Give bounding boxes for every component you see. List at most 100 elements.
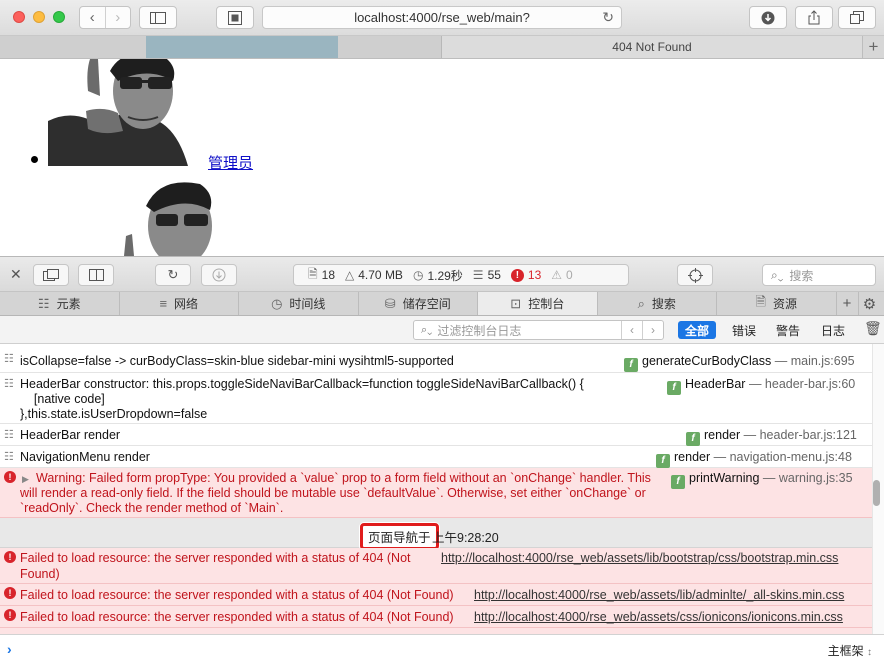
filter-errors-button[interactable]: 错误 <box>725 321 763 339</box>
clock-icon: ◷ <box>412 268 424 282</box>
tab-elements[interactable]: ☷ 元素 <box>0 292 120 315</box>
url-text: localhost:4000/rse_web/main? <box>354 10 530 25</box>
dock-side-icon <box>88 269 104 281</box>
back-button[interactable]: ‹ <box>80 7 105 28</box>
reload-page-button[interactable]: ↻ <box>155 264 191 286</box>
tab-404[interactable]: 404 Not Found <box>442 36 862 58</box>
inspector-toolbar: ✕ ↻ 🗎 18 △ 4.70 MB ◷ 1.29秒 ☰ 55 ! 13 ⚠ 0 ⌕⌄ 搜索 <box>0 256 884 292</box>
error-icon: ! <box>4 471 16 483</box>
crosshair-icon <box>687 267 703 283</box>
history-nav: ‹ › <box>79 6 131 29</box>
filter-all-button[interactable]: 全部 <box>678 321 717 339</box>
log-source[interactable]: f HeaderBar — header-bar.js:60 <box>667 376 855 395</box>
error-icon: ! <box>4 587 16 599</box>
resource-url-link[interactable]: http://localhost:4000/rse_web/assets/lib… <box>441 550 838 566</box>
tab-search[interactable]: ⌕ 搜索 <box>598 292 717 315</box>
tab-title-redacted <box>146 36 338 58</box>
error-icon: ! <box>4 551 16 563</box>
sidebar-icon <box>150 11 166 24</box>
error-row: ! Failed to load resource: the server re… <box>0 606 872 628</box>
filter-nav: ‹ › <box>621 321 663 339</box>
reload-icon[interactable]: ↻ <box>602 9 614 26</box>
close-inspector-icon[interactable]: ✕ <box>10 266 22 283</box>
forward-button[interactable]: › <box>104 7 131 28</box>
tab-storage[interactable]: ⛁ 储存空间 <box>359 292 478 315</box>
search-icon: ⌕ <box>637 295 645 311</box>
log-source[interactable]: f printWarning — warning.js:35 <box>671 470 853 489</box>
tab-bar: 404 Not Found + <box>0 36 884 59</box>
error-count[interactable]: ! 13 <box>510 268 541 282</box>
timeline-icon: ◷ <box>271 295 283 311</box>
share-button[interactable] <box>795 6 833 29</box>
clear-console-icon[interactable]: 🗑 <box>864 320 882 337</box>
log-source[interactable]: f generateCurBodyClass — main.js:695 <box>624 353 855 372</box>
load-time[interactable]: ◷ 1.29秒 <box>413 267 463 284</box>
prompt-chevron-icon: › <box>7 641 12 657</box>
console-filter-input[interactable]: ⌕⌄ 过滤控制台日志 ‹ › <box>413 320 664 340</box>
download-archive-button[interactable] <box>201 264 237 286</box>
download-icon <box>761 11 775 24</box>
inspector-search-input[interactable]: ⌕⌄ 搜索 <box>762 264 876 286</box>
search-icon: ⌕⌄ <box>421 323 433 336</box>
tab-timeline[interactable]: ◷ 时间线 <box>239 292 359 315</box>
function-icon: f <box>656 454 670 468</box>
log-row: ☷ NavigationMenu render f render — naviga… <box>0 446 872 468</box>
resource-count[interactable]: 🗎 18 <box>308 265 335 286</box>
reload-icon: ↻ <box>167 267 179 282</box>
fullscreen-window-button[interactable] <box>53 11 65 23</box>
tabs-icon <box>850 11 864 24</box>
sidebar-toggle-button[interactable] <box>139 6 177 29</box>
downloads-button[interactable] <box>749 6 787 29</box>
error-row: ! ▶ Warning: Failed form propType: You p… <box>0 468 872 518</box>
filter-logs-button[interactable]: 日志 <box>814 321 852 339</box>
close-window-button[interactable] <box>13 11 25 23</box>
error-row: ! Failed to load resource: the server re… <box>0 584 872 606</box>
list-bullet <box>31 156 38 163</box>
gear-icon: ⚙ <box>862 295 877 313</box>
detach-inspector-button[interactable] <box>33 264 69 286</box>
user-name-link[interactable]: 管理员 <box>208 152 253 173</box>
log-icon: ☷ <box>4 451 14 463</box>
minimize-window-button[interactable] <box>33 11 45 23</box>
share-icon <box>808 10 820 25</box>
previous-match-button[interactable]: ‹ <box>622 321 642 339</box>
page-viewport: 管理员 <box>0 59 884 256</box>
new-tab-button[interactable]: + <box>862 36 884 58</box>
reader-view-button[interactable] <box>216 6 254 29</box>
document-icon: 🗎 <box>308 266 318 281</box>
console-filter-bar: ⌕⌄ 过滤控制台日志 ‹ › 全部 错误 警告 日志 🗑 <box>0 316 884 344</box>
page-stats: 🗎 18 △ 4.70 MB ◷ 1.29秒 ☰ 55 ! 13 ⚠ 0 <box>293 264 629 286</box>
dock-side-button[interactable] <box>78 264 114 286</box>
download-circle-icon <box>212 268 226 282</box>
function-icon: f <box>624 358 638 372</box>
inspector-settings-button[interactable]: ⚙ <box>859 292 881 315</box>
next-match-button[interactable]: › <box>642 321 663 339</box>
element-picker-button[interactable] <box>677 264 713 286</box>
warning-count[interactable]: ⚠ 0 <box>551 268 572 282</box>
log-count[interactable]: ☰ 55 <box>473 268 501 282</box>
address-bar[interactable]: localhost:4000/rse_web/main? ↻ <box>262 6 622 29</box>
add-tab-button[interactable]: + <box>837 292 859 315</box>
resource-url-link[interactable]: http://localhost:4000/rse_web/assets/lib… <box>474 587 844 603</box>
console-prompt-bar: › 主框架 ↕ <box>0 634 884 662</box>
log-source[interactable]: f render — navigation-menu.js:48 <box>656 449 852 468</box>
search-icon: ⌕⌄ <box>771 267 784 282</box>
tab-network[interactable]: ≡ 网络 <box>120 292 239 315</box>
browser-titlebar: ‹ › localhost:4000/rse_web/main? ↻ <box>0 0 884 36</box>
tab-overview-button[interactable] <box>838 6 876 29</box>
filter-warnings-button[interactable]: 警告 <box>769 321 807 339</box>
tab-resources[interactable]: 🗎 资源 <box>717 292 837 315</box>
undock-icon <box>43 269 59 281</box>
frame-selector[interactable]: 主框架 ↕ <box>828 642 872 659</box>
navigation-label: 页面导航于 <box>360 523 439 550</box>
user-avatar-image <box>48 59 204 166</box>
warning-icon: ⚠ <box>551 268 563 282</box>
reader-icon <box>228 10 242 25</box>
log-source[interactable]: f render — header-bar.js:121 <box>686 427 857 446</box>
console-scrollbar-thumb[interactable] <box>873 480 880 506</box>
chevron-updown-icon: ↕ <box>867 647 872 658</box>
resource-url-link[interactable]: http://localhost:4000/rse_web/assets/css… <box>474 609 843 625</box>
tab-main[interactable] <box>0 36 442 58</box>
tab-console[interactable]: ⊡ 控制台 <box>478 292 598 315</box>
resource-size[interactable]: △ 4.70 MB <box>345 268 403 282</box>
